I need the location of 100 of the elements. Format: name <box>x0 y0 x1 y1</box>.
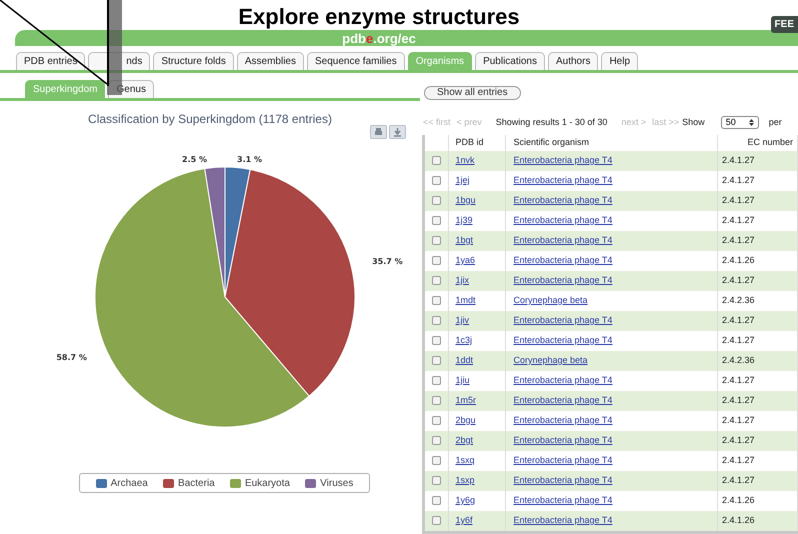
slice-label: 3.1 % <box>237 155 262 164</box>
row-checkbox[interactable] <box>432 256 441 265</box>
ec-number-cell: 2.4.1.26 <box>722 254 755 265</box>
tab[interactable]: PDB entries <box>16 52 86 70</box>
slice-label: 2.5 % <box>182 155 207 164</box>
pdb-id-link[interactable]: 1bgt <box>456 234 474 245</box>
pdb-id-link[interactable]: 1jiv <box>456 314 470 325</box>
pdb-id-link[interactable]: 1jiu <box>456 374 470 385</box>
ec-number-cell: 2.4.1.27 <box>722 374 755 385</box>
organism-link[interactable]: Enterobacteria phage T4 <box>514 394 612 405</box>
pdb-id-link[interactable]: 1sxq <box>456 454 475 465</box>
legend-label: Eukaryota <box>244 476 290 490</box>
ec-number-cell: 2.4.2.36 <box>722 294 755 305</box>
row-checkbox[interactable] <box>432 176 441 185</box>
row-checkbox[interactable] <box>432 376 441 385</box>
organism-link[interactable]: Enterobacteria phage T4 <box>514 414 612 425</box>
organism-link[interactable]: Enterobacteria phage T4 <box>514 474 612 485</box>
pdb-id-link[interactable]: 2bgt <box>456 434 474 445</box>
ec-number-cell: 2.4.1.27 <box>722 414 755 425</box>
ec-number-cell: 2.4.2.36 <box>722 354 755 365</box>
ec-number-cell: 2.4.1.26 <box>722 514 755 525</box>
row-checkbox[interactable] <box>432 516 441 525</box>
organism-link[interactable]: Enterobacteria phage T4 <box>514 494 612 505</box>
organism-link[interactable]: Enterobacteria phage T4 <box>514 454 612 465</box>
slice-label: 58.7 % <box>56 353 87 362</box>
legend-label: Archaea <box>110 476 148 490</box>
stepper-icon <box>748 118 754 128</box>
organism-link[interactable]: Enterobacteria phage T4 <box>514 274 612 285</box>
row-checkbox[interactable] <box>432 216 441 225</box>
pdb-id-link[interactable]: 1y6f <box>456 514 473 525</box>
pdb-id-link[interactable]: 1c3j <box>456 334 472 345</box>
ec-number-cell: 2.4.1.27 <box>722 454 755 465</box>
pdb-id-link[interactable]: 1jej <box>456 174 470 185</box>
row-checkbox[interactable] <box>432 236 441 245</box>
organism-link[interactable]: Enterobacteria phage T4 <box>514 434 612 445</box>
ec-number-cell: 2.4.1.26 <box>722 494 755 505</box>
organism-link[interactable]: Enterobacteria phage T4 <box>514 334 612 345</box>
organism-link[interactable]: Enterobacteria phage T4 <box>514 514 612 525</box>
organism-link[interactable]: Enterobacteria phage T4 <box>514 374 612 385</box>
pdb-id-link[interactable]: 2bgu <box>456 414 476 425</box>
organism-link[interactable]: Enterobacteria phage T4 <box>514 314 612 325</box>
organism-link[interactable]: Enterobacteria phage T4 <box>514 154 612 165</box>
ec-number-cell: 2.4.1.27 <box>722 174 755 185</box>
organism-link[interactable]: Corynephage beta <box>514 354 588 365</box>
row-checkbox[interactable] <box>432 416 441 425</box>
row-checkbox[interactable] <box>432 156 441 165</box>
print-icon[interactable] <box>370 125 387 139</box>
show-label: Show <box>682 116 705 129</box>
organism-link[interactable]: Enterobacteria phage T4 <box>514 254 612 265</box>
pdb-id-link[interactable]: 1nvk <box>456 154 475 165</box>
download-icon[interactable] <box>389 125 406 139</box>
tab[interactable]: Authors <box>548 52 598 70</box>
slice-label: 35.7 % <box>372 256 403 266</box>
pdb-id-link[interactable]: 1sxp <box>456 474 475 485</box>
ec-number-cell: 2.4.1.27 <box>722 154 755 165</box>
row-checkbox[interactable] <box>432 496 441 505</box>
ec-number-cell: 2.4.1.27 <box>722 274 755 285</box>
pdb-id-link[interactable]: 1m5r <box>456 394 476 405</box>
tab[interactable]: Structure folds <box>153 52 234 70</box>
pdb-id-link[interactable]: 1ya6 <box>456 254 476 265</box>
show-all-button[interactable]: Show all entries <box>424 86 521 100</box>
row-checkbox[interactable] <box>432 476 441 485</box>
site-url: pdbe.org/ec <box>342 32 416 44</box>
legend-label: Viruses <box>320 476 354 490</box>
pdb-id-link[interactable]: 1ddt <box>456 354 474 365</box>
row-checkbox[interactable] <box>432 356 441 365</box>
pdb-id-link[interactable]: 1y6g <box>456 494 476 505</box>
legend-label: Bacteria <box>178 476 215 490</box>
ec-number-cell: 2.4.1.27 <box>722 314 755 325</box>
row-checkbox[interactable] <box>432 316 441 325</box>
chart-title: Classification by Superkingdom (1178 entries) <box>87 111 333 128</box>
ec-number-cell: 2.4.1.27 <box>722 234 755 245</box>
row-checkbox[interactable] <box>432 456 441 465</box>
tab[interactable]: Publications <box>475 52 545 70</box>
pdb-id-link[interactable]: 1j39 <box>456 214 473 225</box>
row-checkbox[interactable] <box>432 276 441 285</box>
pdb-id-link[interactable]: 1mdt <box>456 294 476 305</box>
results-summary: Showing results 1 - 30 of 30 <box>496 116 608 129</box>
organism-link[interactable]: Enterobacteria phage T4 <box>514 214 612 225</box>
tab[interactable]: Help <box>601 52 638 70</box>
row-checkbox[interactable] <box>432 296 441 305</box>
organism-link[interactable]: Enterobacteria phage T4 <box>514 194 612 205</box>
pdb-id-link[interactable]: 1bgu <box>456 194 476 205</box>
organism-link[interactable]: Enterobacteria phage T4 <box>514 234 612 245</box>
tab[interactable]: Assemblies <box>236 52 304 70</box>
row-checkbox[interactable] <box>432 396 441 405</box>
feedback-badge[interactable]: FEE <box>770 16 798 33</box>
pdb-id-link[interactable]: 1jix <box>456 274 470 285</box>
row-checkbox[interactable] <box>432 436 441 445</box>
ec-number-cell: 2.4.1.27 <box>722 434 755 445</box>
page-title: Explore enzyme structures <box>238 6 520 30</box>
row-checkbox[interactable] <box>432 336 441 345</box>
organism-link[interactable]: Corynephage beta <box>514 294 588 305</box>
per-label: per <box>768 116 782 129</box>
row-checkbox[interactable] <box>432 196 441 205</box>
ec-number-cell: 2.4.1.27 <box>722 194 755 205</box>
page-size-select[interactable]: 50 <box>720 116 759 130</box>
tab[interactable]: Sequence families <box>306 52 405 70</box>
organism-link[interactable]: Enterobacteria phage T4 <box>514 174 612 185</box>
ec-number-cell: 2.4.1.27 <box>722 474 755 485</box>
